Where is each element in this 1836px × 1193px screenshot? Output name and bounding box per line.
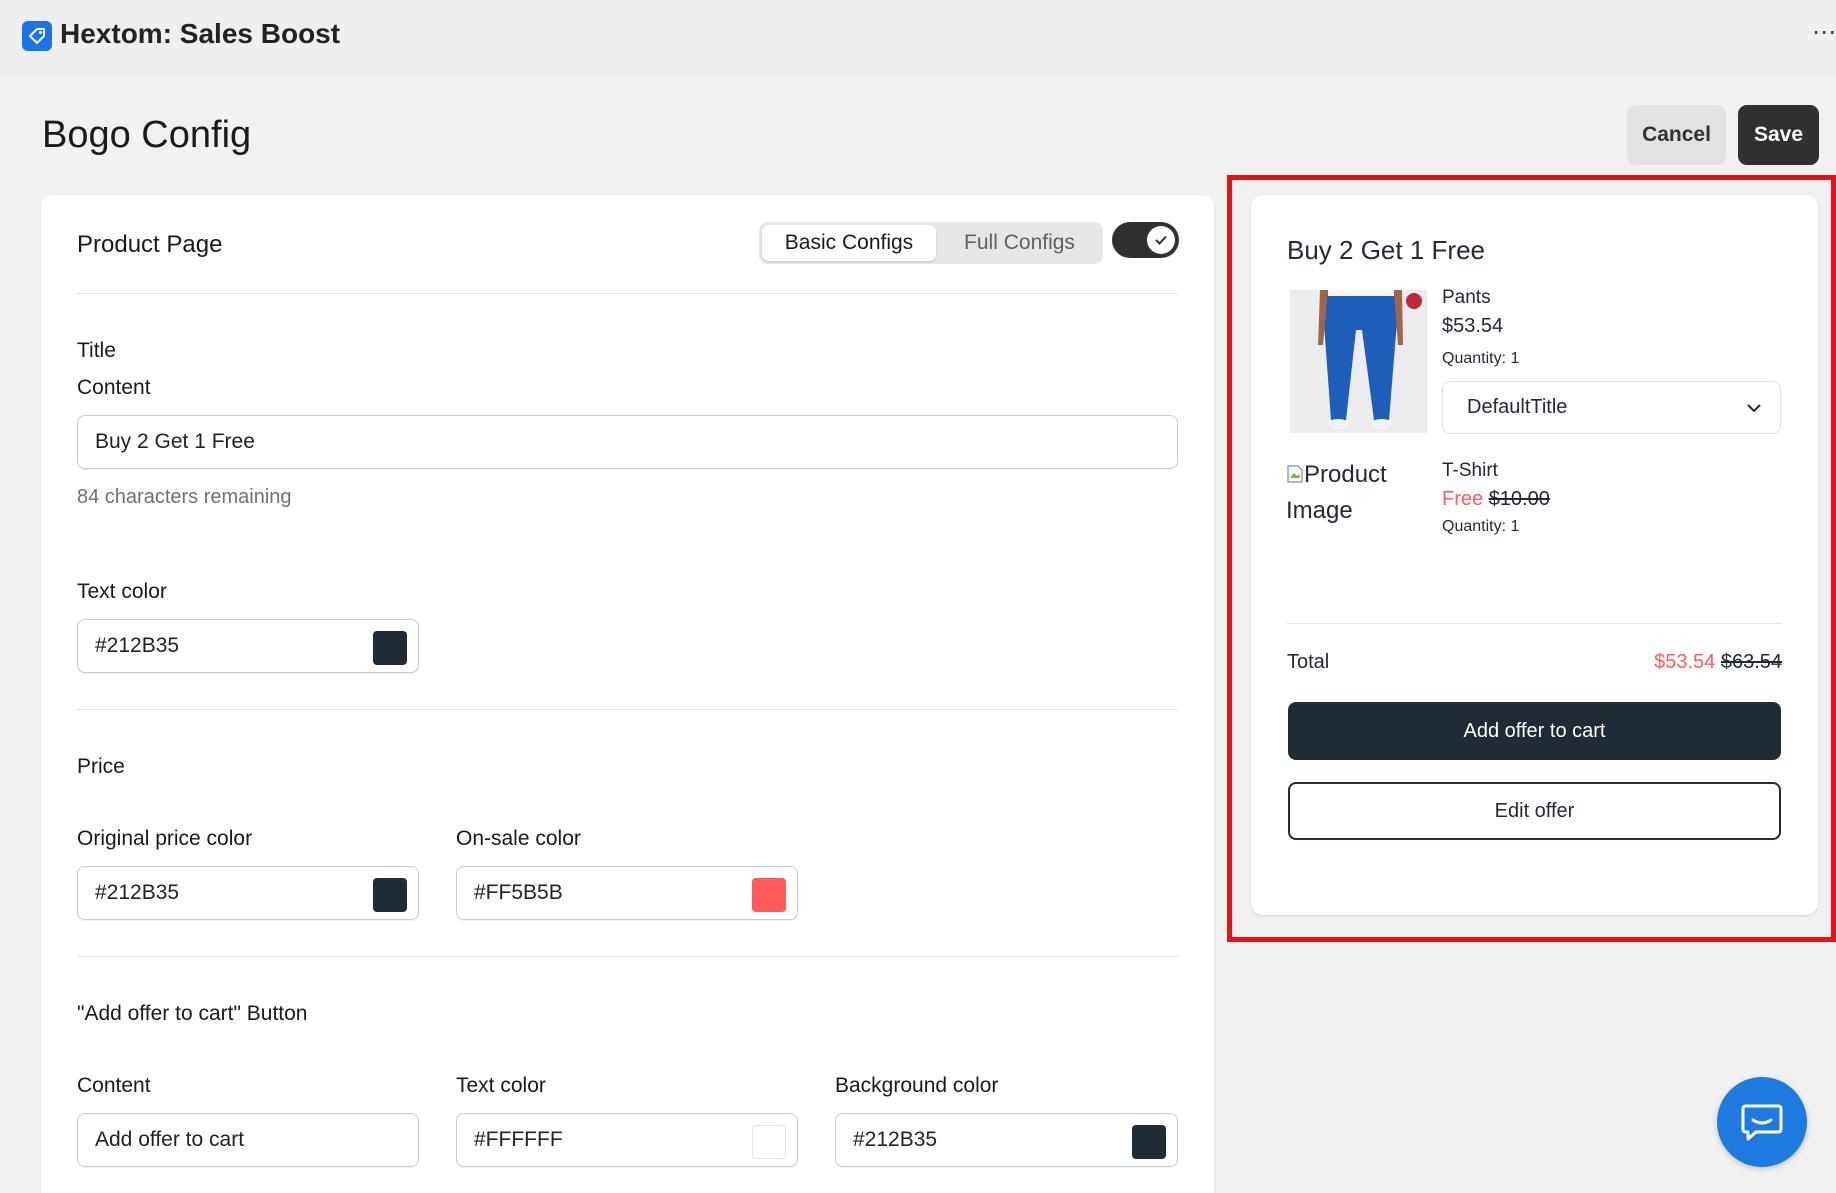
button-content-label: Content <box>77 1074 151 1097</box>
item-price-tshirt: Free $10.00 <box>1442 488 1550 511</box>
add-offer-to-cart-button[interactable]: Add offer to cart <box>1288 702 1781 760</box>
item-name-pants: Pants <box>1442 287 1491 308</box>
variant-select-value: DefaultTitle <box>1467 396 1568 418</box>
save-button[interactable]: Save <box>1738 105 1819 165</box>
app-topbar: Hextom: Sales Boost ⋯ <box>0 0 1836 74</box>
item-price-pants: $53.54 <box>1442 315 1504 337</box>
tab-full-configs[interactable]: Full Configs <box>939 225 1100 261</box>
button-text-color-label: Text color <box>456 1074 546 1097</box>
total-sale-price: $53.54 <box>1654 651 1716 673</box>
variant-select[interactable]: DefaultTitle <box>1442 381 1781 434</box>
original-price-color-swatch[interactable] <box>373 878 407 912</box>
app-title: Hextom: Sales Boost <box>60 18 341 49</box>
title-content-input[interactable]: Buy 2 Get 1 Free <box>77 415 1178 469</box>
broken-product-image: Product Image <box>1286 457 1426 529</box>
button-bg-color-swatch[interactable] <box>1132 1125 1166 1159</box>
app-logo-icon <box>22 21 52 51</box>
content-label: Content <box>77 376 151 399</box>
chevron-down-icon <box>1747 404 1761 413</box>
button-bg-color-label: Background color <box>835 1074 999 1097</box>
text-color-swatch[interactable] <box>373 631 407 665</box>
cancel-button[interactable]: Cancel <box>1627 105 1726 165</box>
edit-offer-button[interactable]: Edit offer <box>1288 782 1781 840</box>
broken-image-icon <box>1287 465 1303 483</box>
pants-product-image <box>1290 290 1427 433</box>
divider <box>77 956 1178 957</box>
button-bg-color-input[interactable]: #212B35 <box>835 1113 1178 1167</box>
item-quantity-tshirt: Quantity: 1 <box>1442 518 1520 535</box>
section-title: Product Page <box>77 231 223 258</box>
text-color-input[interactable]: #212B35 <box>77 619 419 673</box>
button-section-label: "Add offer to cart" Button <box>77 1002 308 1025</box>
total-value: $53.54 $63.54 <box>1654 651 1782 674</box>
page-title: Bogo Config <box>42 114 252 156</box>
offer-preview-card: Buy 2 Get 1 Free Pants $53.54 Quantity: … <box>1251 195 1818 915</box>
tshirt-original-price: $10.00 <box>1488 488 1550 510</box>
item-name-tshirt: T-Shirt <box>1442 460 1498 481</box>
button-text-color-input[interactable]: #FFFFFF <box>456 1113 798 1167</box>
chat-bubble-icon <box>1741 1104 1783 1141</box>
divider <box>77 293 1178 294</box>
divider <box>1287 623 1782 624</box>
original-price-color-value: #212B35 <box>95 881 180 904</box>
title-section-label: Title <box>77 339 116 362</box>
divider <box>77 709 1178 710</box>
config-card: Product Page Basic Configs Full Configs … <box>41 195 1214 1193</box>
characters-remaining-hint: 84 characters remaining <box>77 486 292 508</box>
price-section-label: Price <box>77 755 125 778</box>
tab-basic-configs[interactable]: Basic Configs <box>762 225 936 261</box>
total-original-price: $63.54 <box>1720 651 1782 673</box>
more-menu-icon[interactable]: ⋯ <box>1812 18 1836 47</box>
config-mode-tabs: Basic Configs Full Configs <box>759 222 1103 264</box>
item-quantity-pants: Quantity: 1 <box>1442 350 1520 367</box>
original-price-color-input[interactable]: #212B35 <box>77 866 419 920</box>
free-label: Free <box>1442 488 1484 510</box>
on-sale-color-value: #FF5B5B <box>474 881 563 904</box>
button-bg-color-value: #212B35 <box>853 1128 938 1151</box>
button-text-color-value: #FFFFFF <box>474 1128 563 1151</box>
toggle-check-icon <box>1147 226 1175 254</box>
total-label: Total <box>1287 651 1330 673</box>
button-content-input[interactable]: Add offer to cart <box>77 1113 419 1167</box>
text-color-label: Text color <box>77 580 167 603</box>
preview-title: Buy 2 Get 1 Free <box>1287 235 1485 265</box>
button-text-color-swatch[interactable] <box>752 1125 786 1159</box>
text-color-value: #212B35 <box>95 634 180 657</box>
on-sale-color-label: On-sale color <box>456 827 581 850</box>
chat-support-button[interactable] <box>1717 1077 1807 1167</box>
on-sale-color-swatch[interactable] <box>752 878 786 912</box>
on-sale-color-input[interactable]: #FF5B5B <box>456 866 798 920</box>
original-price-color-label: Original price color <box>77 827 253 850</box>
enable-toggle[interactable] <box>1112 222 1179 258</box>
